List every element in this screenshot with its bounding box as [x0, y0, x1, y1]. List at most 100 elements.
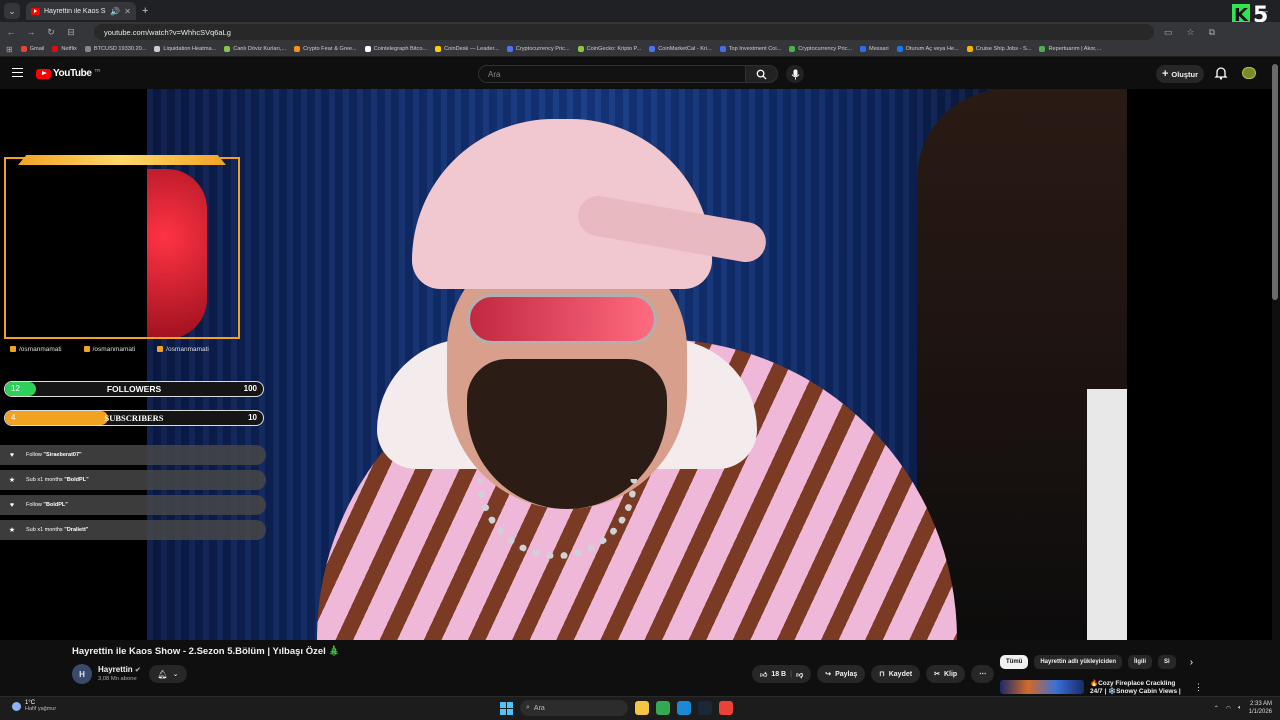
search-button[interactable]: [746, 65, 778, 83]
bookmark-item[interactable]: Cointelegraph Bitco...: [364, 46, 427, 52]
alert-user: "Draliett": [64, 527, 89, 533]
clock-date: 1/1/2026: [1248, 709, 1272, 715]
subscription-bell-button[interactable]: 🔔︎ ⌄: [149, 665, 187, 683]
share-button[interactable]: ↪ Paylaş: [817, 665, 866, 683]
site-info-icon[interactable]: ⊟: [66, 27, 76, 38]
bookmark-item[interactable]: Liquidation Heatma...: [154, 46, 216, 52]
like-divider: |: [790, 670, 793, 678]
chrome-alt-icon[interactable]: [719, 701, 733, 715]
alert-action: Follow: [26, 502, 44, 508]
bookmark-label: BTCUSD 19330.20...: [93, 46, 147, 52]
tab-audio-icon[interactable]: 🔊: [110, 7, 120, 16]
forward-icon[interactable]: →: [26, 27, 36, 37]
recommendation-title[interactable]: 🔥Cozy Fireplace Crackling 24/7 | ❄️Snowy…: [1090, 680, 1186, 696]
create-button[interactable]: + Oluştur: [1156, 65, 1204, 83]
thumbs-down-icon[interactable]: 👎︎: [796, 670, 803, 679]
bookmark-label: Repertuarım | Akor,...: [1048, 46, 1102, 52]
edge-icon[interactable]: [677, 701, 691, 715]
bookmark-item[interactable]: Cryptocurrency Pric...: [506, 46, 570, 52]
followers-goal: 100: [243, 384, 257, 393]
filter-chip[interactable]: Tümü: [1000, 655, 1029, 669]
steam-icon[interactable]: [698, 701, 712, 715]
video-player[interactable]: /osmanmamati /osmanmamati /osmanmamati 1…: [0, 89, 1272, 640]
share-label: Paylaş: [835, 670, 858, 678]
browser-tab-active[interactable]: Hayrettin ile Kaos Show - 2... 🔊 ✕: [26, 2, 136, 20]
tab-search-button[interactable]: ⌄: [4, 3, 20, 19]
social-youtube: /osmanmamati: [157, 346, 209, 353]
bookmark-item[interactable]: Cruise Ship Jobs - S...: [966, 46, 1032, 52]
reload-icon[interactable]: ↻: [46, 27, 56, 38]
wifi-icon[interactable]: ◠: [1226, 705, 1231, 712]
bookmarks-bar: ⊞ Gmail Netflix BTCUSD 19330.20... Liquidat…: [0, 42, 1280, 57]
alert-user: "Siraeberat07": [43, 452, 82, 458]
bookmark-favicon-icon: [1039, 46, 1046, 52]
host-sunglasses: [467, 294, 657, 344]
bookmark-item[interactable]: Top Investment Coi...: [719, 46, 781, 52]
video-title: Hayrettin ile Kaos Show - 2.Sezon 5.Bölü…: [72, 646, 341, 657]
bookmark-item[interactable]: CoinMarketCal - Kri...: [649, 46, 712, 52]
channel-avatar[interactable]: H: [72, 664, 92, 684]
twitter-icon: [83, 346, 90, 352]
bookmark-item[interactable]: Repertuarım | Akor,...: [1039, 46, 1101, 52]
save-label: Kaydet: [888, 670, 913, 678]
bookmark-item[interactable]: CoinDesk — Leader...: [435, 46, 499, 52]
like-count: 18 B: [771, 670, 787, 678]
bookmark-item[interactable]: Netflix: [52, 46, 77, 52]
weather-widget[interactable]: 1°C Hafif yağmur: [12, 700, 56, 712]
youtube-icon: [157, 346, 164, 352]
social-handle: /osmanmamati: [166, 345, 209, 353]
bookmark-label: Cryptocurrency Pric...: [798, 46, 853, 52]
url-field[interactable]: youtube.com/watch?v=WhhcSVq6aLg: [94, 24, 1154, 40]
bookmark-item[interactable]: Crypto Fear & Gree...: [294, 46, 357, 52]
bookmark-item[interactable]: Cryptocurrency Pric...: [789, 46, 852, 52]
clock[interactable]: 2:33 AM 1/1/2026: [1249, 700, 1272, 716]
voice-search-button[interactable]: [786, 65, 804, 83]
volume-icon[interactable]: 🔈︎: [1238, 705, 1242, 712]
account-avatar[interactable]: [1242, 67, 1256, 79]
back-icon[interactable]: ←: [6, 27, 16, 37]
extensions-icon[interactable]: ⧉: [1209, 27, 1215, 38]
new-tab-button[interactable]: +: [142, 5, 148, 17]
apps-icon[interactable]: ⊞: [6, 45, 13, 54]
chevron-right-icon[interactable]: ›: [1190, 657, 1193, 668]
bookmark-item[interactable]: Messari: [860, 46, 889, 52]
taskbar-search[interactable]: ⌕ Ara: [520, 700, 628, 716]
bookmark-item[interactable]: Canlı Döviz Kurları,...: [224, 46, 286, 52]
notifications-bell-icon[interactable]: [1214, 66, 1228, 80]
bookmark-item[interactable]: Gmail: [20, 46, 44, 52]
filter-chip[interactable]: İlgili: [1128, 655, 1153, 669]
system-tray: ⌃ ◠ 🔈︎ 2:33 AM 1/1/2026: [1214, 700, 1272, 716]
bookmark-label: Cruise Ship Jobs - S...: [975, 46, 1032, 52]
save-button[interactable]: ⊓ Kaydet: [871, 665, 921, 683]
chrome-icon[interactable]: [656, 701, 670, 715]
filter-chip[interactable]: Hayrettin adlı yükleyiciden: [1034, 655, 1123, 669]
menu-icon[interactable]: [12, 68, 23, 77]
bookmark-item[interactable]: BTCUSD 19330.20...: [84, 46, 147, 52]
clip-button[interactable]: ✂ Klip: [926, 665, 966, 683]
tray-chevron-icon[interactable]: ⌃: [1214, 705, 1219, 712]
more-vertical-icon[interactable]: ⋮: [1194, 682, 1203, 693]
windows-start-icon[interactable]: [500, 701, 513, 715]
event-alert: ♥ Follow "Siraeberat07": [0, 445, 266, 465]
file-explorer-icon[interactable]: [635, 701, 649, 715]
recommendation-item[interactable]: 🔥Cozy Fireplace Crackling 24/7 | ❄️Snowy…: [1000, 680, 1186, 696]
filter-chip[interactable]: Si: [1158, 655, 1176, 669]
alert-text: Follow "BoldPL": [26, 502, 68, 508]
browser-tab-bar: ⌄ Hayrettin ile Kaos Show - 2... 🔊 ✕ + —: [0, 0, 1280, 22]
cast-icon[interactable]: ▭: [1164, 27, 1173, 38]
tab-close-icon[interactable]: ✕: [124, 7, 131, 16]
more-actions-button[interactable]: ⋯: [971, 665, 995, 683]
youtube-logo[interactable]: YouTube TR: [36, 68, 101, 79]
bookmark-favicon-icon: [224, 46, 231, 52]
channel-name[interactable]: Hayrettin ✔: [98, 665, 141, 674]
like-button[interactable]: 👍︎ 18 B | 👎︎: [752, 665, 812, 683]
subscribers-goal-bar: 4 SUBSCRIBERS 10: [4, 410, 264, 426]
recommendation-thumbnail[interactable]: [1000, 680, 1084, 694]
bookmark-item[interactable]: Oturum Aç veya He...: [896, 46, 959, 52]
social-handle: /osmanmamati: [19, 345, 62, 353]
bell-icon: 🔔︎: [157, 669, 168, 679]
bookmark-item[interactable]: CoinGecko: Kripto P...: [577, 46, 641, 52]
bookmark-star-icon[interactable]: ☆: [1187, 27, 1195, 38]
page-scrollbar[interactable]: [1272, 64, 1278, 300]
search-input[interactable]: Ara: [478, 65, 746, 83]
